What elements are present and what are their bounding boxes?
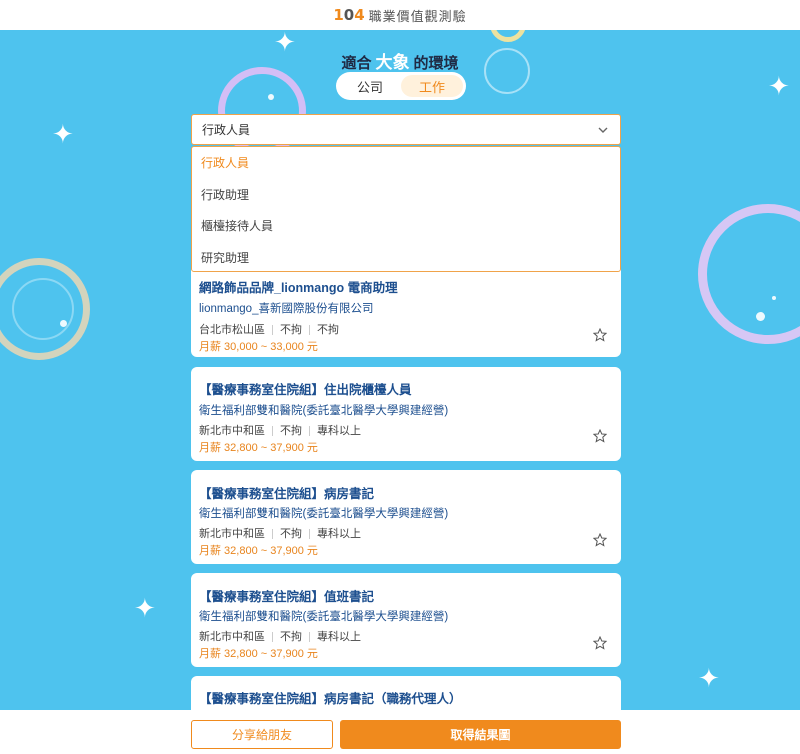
star-outline-icon[interactable] (593, 636, 607, 650)
chevron-down-icon (598, 127, 608, 133)
get-result-button[interactable]: 取得結果圖 (340, 720, 621, 749)
dropdown-option[interactable]: 研究助理 (192, 242, 620, 274)
job-title[interactable]: 【醫療事務室住院組】病房書記 (199, 483, 374, 502)
salary: 月薪 32,800 ~ 37,900 元 (199, 545, 318, 557)
decorative-ring (698, 204, 800, 344)
job-title[interactable]: 【醫療事務室住院組】病房書記（職務代理人） (199, 688, 462, 707)
job-card[interactable]: 【醫療事務室住院組】住出院櫃檯人員 衛生福利部雙和醫院(委託臺北醫學大學興建經營… (191, 367, 621, 461)
share-button[interactable]: 分享給朋友 (191, 720, 333, 749)
decorative-dot (60, 320, 67, 327)
job-meta: 台北市松山區 不拘 不拘 (199, 324, 339, 336)
company-name[interactable]: lionmango_喜新國際股份有限公司 (199, 300, 373, 316)
job-title[interactable]: 網路飾品品牌_lionmango 電商助理 (199, 277, 398, 296)
job-meta: 新北市中和區 不拘 專科以上 (199, 631, 361, 643)
dropdown-option[interactable]: 行政人員 (192, 147, 620, 179)
brand-title: 職業價值觀測驗 (368, 8, 467, 24)
job-category-select[interactable]: 行政人員 (191, 114, 621, 145)
job-title[interactable]: 【醫療事務室住院組】值班書記 (199, 586, 374, 605)
sparkle-icon: ✦ (134, 594, 156, 624)
salary: 月薪 32,800 ~ 37,900 元 (199, 648, 318, 660)
job-card[interactable]: 【醫療事務室住院組】病房書記 衛生福利部雙和醫院(委託臺北醫學大學興建經營) 新… (191, 470, 621, 564)
tab-company[interactable]: 公司 (339, 75, 401, 97)
decorative-dot (268, 94, 274, 100)
decorative-dot (772, 296, 776, 300)
page-title: 適合 大象 的環境 (341, 53, 459, 72)
tab-job[interactable]: 工作 (401, 75, 463, 97)
salary: 月薪 30,000 ~ 33,000 元 (199, 341, 318, 353)
star-outline-icon[interactable] (593, 328, 607, 342)
star-outline-icon[interactable] (593, 533, 607, 547)
company-name[interactable]: 衛生福利部雙和醫院(委託臺北醫學大學興建經營) (199, 505, 448, 521)
job-meta: 新北市中和區 不拘 專科以上 (199, 528, 361, 540)
decorative-ring (490, 30, 526, 42)
sparkle-icon: ✦ (768, 72, 790, 102)
top-bar: 104 職業價值觀測驗 (0, 0, 800, 30)
dropdown-option[interactable]: 行政助理 (192, 179, 620, 211)
decorative-ring (12, 278, 74, 340)
sparkle-icon: ✦ (698, 664, 720, 694)
star-outline-icon[interactable] (593, 429, 607, 443)
sparkle-icon: ✦ (52, 120, 74, 150)
animal-name: 大象 (375, 53, 410, 72)
bottom-action-bar: 分享給朋友 取得結果圖 (0, 710, 800, 754)
company-name[interactable]: 衛生福利部雙和醫院(委託臺北醫學大學興建經營) (199, 608, 448, 624)
salary: 月薪 32,800 ~ 37,900 元 (199, 442, 318, 454)
job-card[interactable]: 【醫療事務室住院組】病房書記（職務代理人） (191, 676, 621, 710)
brand-logo: 104 (333, 6, 365, 24)
select-value: 行政人員 (202, 123, 251, 137)
job-category-dropdown: 行政人員 行政助理 櫃檯接待人員 研究助理 (191, 146, 621, 272)
brand[interactable]: 104 職業價值觀測驗 (333, 6, 466, 25)
decorative-dot (756, 312, 765, 321)
job-meta: 新北市中和區 不拘 專科以上 (199, 425, 361, 437)
company-name[interactable]: 衛生福利部雙和醫院(委託臺北醫學大學興建經營) (199, 402, 448, 418)
job-title[interactable]: 【醫療事務室住院組】住出院櫃檯人員 (199, 379, 412, 398)
content-area: ✦ ✦ ✦ ✦ ✦ 適合 大象 的環境 公司 工作 行政人員 行政人員 行政助理 櫃… (0, 30, 800, 710)
dropdown-option[interactable]: 櫃檯接待人員 (192, 210, 620, 242)
view-toggle: 公司 工作 (336, 72, 466, 100)
job-card[interactable]: 【醫療事務室住院組】值班書記 衛生福利部雙和醫院(委託臺北醫學大學興建經營) 新… (191, 573, 621, 667)
